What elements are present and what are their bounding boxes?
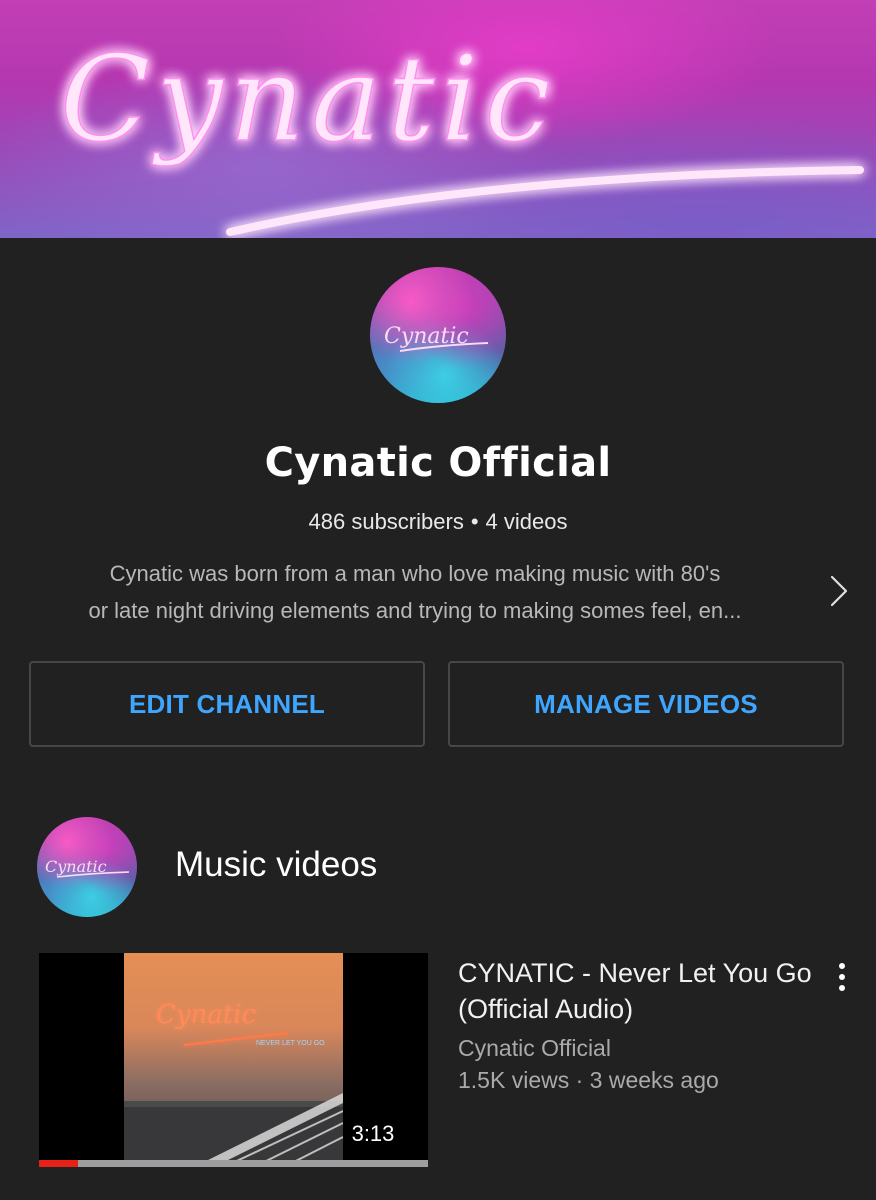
manage-videos-button[interactable]: MANAGE VIDEOS — [448, 661, 844, 747]
banner-art: Cynatic — [59, 29, 864, 236]
banner-swoosh — [226, 166, 864, 236]
subscriber-count: 486 subscribers — [308, 509, 464, 534]
watch-progress-fill — [39, 1160, 78, 1167]
thumbnail-subtitle: NEVER LET YOU GO — [256, 1040, 325, 1047]
chevron-right-icon[interactable] — [824, 573, 854, 609]
video-duration: 3:13 — [343, 1119, 403, 1149]
section-avatar-logo: Cynatic — [45, 857, 130, 878]
channel-stats: 486 subscribers • 4 videos — [0, 509, 876, 535]
thumbnail-art: Cynatic NEVER LET YOU GO — [124, 953, 343, 1167]
video-title[interactable]: CYNATIC - Never Let You Go (Official Aud… — [458, 955, 813, 1027]
avatar-logo: Cynatic — [384, 324, 489, 352]
banner-logo-text: Cynatic — [60, 30, 557, 168]
description-line-1: Cynatic was born from a man who love mak… — [109, 561, 721, 586]
stats-separator: • — [470, 509, 479, 534]
description-line-2: or late night driving elements and tryin… — [88, 598, 742, 623]
video-count: 4 videos — [485, 509, 568, 534]
section-title: Music videos — [175, 845, 378, 884]
channel-description[interactable]: Cynatic was born from a man who love mak… — [30, 555, 800, 629]
watch-progress-bar — [39, 1160, 428, 1167]
channel-banner: Cynatic — [0, 0, 876, 238]
video-channel-name[interactable]: Cynatic Official — [458, 1035, 611, 1062]
channel-avatar[interactable]: Cynatic — [370, 267, 506, 403]
more-vertical-icon[interactable] — [825, 957, 859, 997]
video-meta: 1.5K views · 3 weeks ago — [458, 1067, 719, 1093]
edit-channel-button[interactable]: EDIT CHANNEL — [29, 661, 425, 747]
thumbnail-logo-text: Cynatic — [156, 1000, 257, 1030]
channel-name: Cynatic Official — [264, 440, 612, 486]
section-avatar[interactable]: Cynatic — [37, 817, 137, 917]
